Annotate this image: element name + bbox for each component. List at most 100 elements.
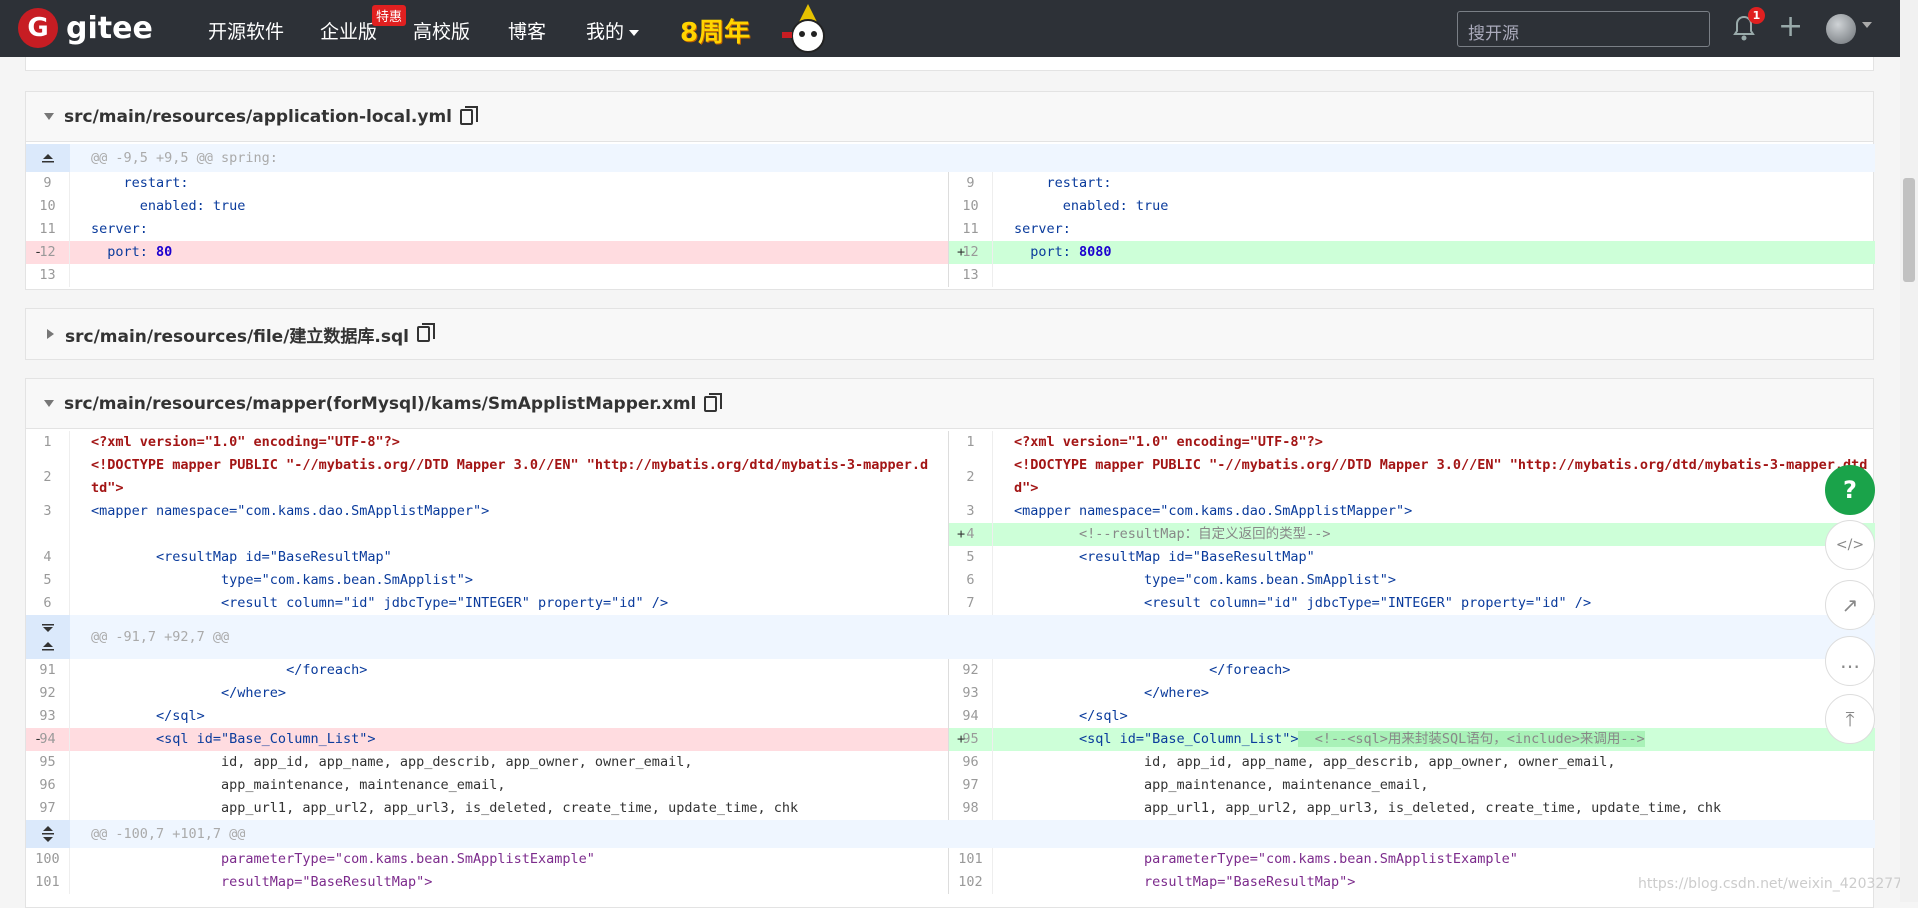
gitee-logo-text: gitee (66, 10, 153, 46)
plus-icon[interactable]: + (1778, 10, 1803, 44)
line-number: 12 (26, 241, 70, 264)
code-line: restart: (91, 175, 189, 191)
line-number: 94 (26, 728, 70, 751)
code-value: 80 (156, 244, 173, 260)
nav-open-source[interactable]: 开源软件 (208, 17, 284, 44)
diff-row: 3 <mapper namespace="com.kams.dao.SmAppli… (26, 500, 1875, 523)
gitee-logo[interactable]: G gitee (18, 8, 153, 48)
code-text: port: (1014, 244, 1080, 260)
top-navbar: G gitee 开源软件 企业版 特惠 高校版 博客 我的 8周年 搜开源 1 … (0, 0, 1900, 57)
code-line-deleted: - port: 80 (34, 244, 173, 260)
file-header[interactable]: src/main/resources/mapper(forMysql)/kams… (26, 379, 1873, 429)
hunk-header: @@ -91,7 +92,7 @@ (26, 615, 1875, 659)
comment-icon[interactable]: … (1825, 636, 1875, 686)
nav-blog[interactable]: 博客 (508, 17, 546, 44)
back-to-top-icon[interactable]: ⤒ (1825, 694, 1875, 744)
code-line: type="com.kams.bean.SmApplist"> (1014, 572, 1397, 588)
nav-enterprise[interactable]: 企业版 (320, 17, 377, 44)
diff-row: 5 type="com.kams.bean.SmApplist"> 6 type… (26, 569, 1875, 592)
line-number: 97 (26, 797, 70, 820)
nav-mine[interactable]: 我的 (586, 17, 640, 44)
file-header[interactable]: src/main/resources/file/建立数据库.sql (26, 309, 1873, 359)
expand-icon[interactable] (47, 329, 54, 339)
line-number: 10 (949, 195, 993, 218)
mascot-icon (782, 4, 825, 53)
help-button[interactable]: ? (1825, 465, 1875, 515)
line-number: 5 (949, 546, 993, 569)
diff-row: 97 app_url1, app_url2, app_url3, is_dele… (26, 797, 1875, 820)
copy-icon[interactable] (416, 323, 435, 342)
code-line: parameterType="com.kams.bean.SmApplistEx… (91, 851, 595, 867)
file-name[interactable]: src/main/resources/application-local.yml (64, 107, 452, 127)
diff-row: 100 parameterType="com.kams.bean.SmAppli… (26, 848, 1875, 871)
line-number: 6 (26, 592, 70, 615)
diff-file-sql: src/main/resources/file/建立数据库.sql (25, 308, 1874, 360)
code-line: type="com.kams.bean.SmApplist"> (91, 572, 474, 588)
hunk-text: @@ -9,5 +9,5 @@ spring: (91, 150, 278, 166)
diff-row: 13 13 (26, 264, 1875, 287)
diff-row: 9 restart: 9 restart: (26, 172, 1875, 195)
scrollbar-thumb[interactable] (1903, 178, 1915, 282)
diff-row: 96 app_maintenance, maintenance_email, 9… (26, 774, 1875, 797)
chevron-down-icon (629, 29, 640, 36)
avatar[interactable] (1826, 14, 1856, 44)
code-line: </sql> (91, 708, 205, 724)
diff-row: 92 </where> 93 </where> (26, 682, 1875, 705)
line-number: 4 (949, 523, 993, 546)
file-name[interactable]: src/main/resources/mapper(forMysql)/kams… (64, 394, 696, 414)
share-icon[interactable]: ↗ (1825, 580, 1875, 630)
chevron-down-icon (1862, 22, 1872, 28)
file-name[interactable]: src/main/resources/file/建立数据库.sql (65, 322, 409, 347)
code-line: <mapper namespace="com.kams.dao.SmApplis… (1014, 503, 1413, 519)
line-number: 13 (949, 264, 993, 287)
diff-row-added: 4 + <!--resultMap：自定义返回的类型--> (26, 523, 1875, 546)
line-number: 1 (949, 431, 993, 454)
scrollbar-track[interactable] (1900, 0, 1918, 902)
line-number: 95 (949, 728, 993, 751)
expand-up-icon[interactable] (26, 144, 70, 172)
expand-both-icon[interactable] (26, 615, 70, 659)
diff-row: 93 </sql> 94 </sql> (26, 705, 1875, 728)
diff-row: 10 enabled: true 10 enabled: true (26, 195, 1875, 218)
copy-icon[interactable] (704, 392, 723, 412)
code-line-wrap: td"> (91, 480, 124, 496)
code-icon[interactable]: </> (1825, 520, 1875, 570)
line-number: 5 (26, 569, 70, 592)
nav-university[interactable]: 高校版 (413, 17, 470, 44)
code-line: app_url1, app_url2, app_url3, is_deleted… (1014, 800, 1722, 816)
code-line: app_url1, app_url2, app_url3, is_deleted… (91, 800, 799, 816)
line-number: 93 (949, 682, 993, 705)
code-line: <?xml version="1.0" encoding="UTF-8"?> (91, 434, 400, 450)
diff-row-changed: 94- <sql id="Base_Column_List"> 95 + <sql… (26, 728, 1875, 751)
diff-row: 101 resultMap="BaseResultMap"> 102 resul… (26, 871, 1875, 894)
diff-row: 6 <result column="id" jdbcType="INTEGER"… (26, 592, 1875, 615)
line-number: 2 (949, 454, 993, 500)
diff-row: 91 </foreach> 92 </foreach> (26, 659, 1875, 682)
code-line: </foreach> (91, 662, 368, 678)
code-line: </sql> (1014, 708, 1128, 724)
code-line-wrap: d"> (1014, 480, 1039, 496)
line-number: 98 (949, 797, 993, 820)
file-header[interactable]: src/main/resources/application-local.yml (26, 92, 1873, 142)
copy-icon[interactable] (460, 105, 479, 125)
expand-both-icon[interactable] (26, 820, 70, 848)
code-line: <result column="id" jdbcType="INTEGER" p… (1014, 595, 1592, 611)
line-number: 93 (26, 705, 70, 728)
nav-mine-label: 我的 (586, 21, 625, 43)
notification-count: 1 (1748, 7, 1765, 24)
collapse-icon[interactable] (44, 113, 54, 120)
code-line: <resultMap id="BaseResultMap" (1014, 549, 1315, 565)
code-line: </where> (91, 685, 287, 701)
line-number: 92 (26, 682, 70, 705)
search-input[interactable]: 搜开源 (1457, 11, 1710, 47)
diff-row: 95 id, app_id, app_name, app_describ, ap… (26, 751, 1875, 774)
code-line: <resultMap id="BaseResultMap" (91, 549, 392, 565)
line-number: 96 (26, 774, 70, 797)
code-line-deleted: - <sql id="Base_Column_List"> (34, 731, 376, 747)
collapse-icon[interactable] (44, 400, 54, 407)
code-line: restart: (1014, 175, 1112, 191)
code-line: </where> (1014, 685, 1210, 701)
diff-row: 4 <resultMap id="BaseResultMap" 5 <resul… (26, 546, 1875, 569)
